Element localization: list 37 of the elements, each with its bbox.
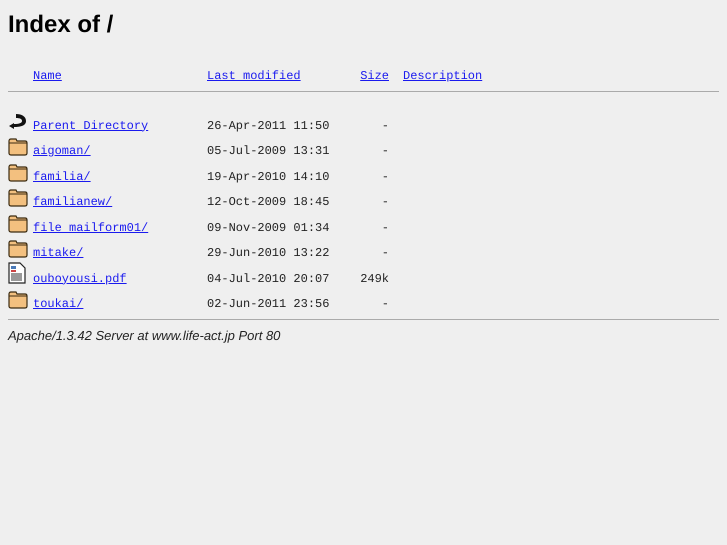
file-size: - bbox=[382, 170, 389, 184]
file-link[interactable]: aigoman/ bbox=[33, 144, 91, 158]
column-sort-link[interactable]: Last modified bbox=[207, 69, 301, 83]
file-link[interactable]: familianew/ bbox=[33, 195, 112, 209]
file-size: - bbox=[382, 118, 389, 132]
modified-date: 26-Apr-2011 11:50 bbox=[207, 118, 330, 132]
file-size: - bbox=[382, 220, 389, 234]
modified-date: 09-Nov-2009 01:34 bbox=[207, 220, 330, 234]
document-icon bbox=[8, 262, 26, 284]
folder-icon bbox=[8, 240, 28, 258]
page-title: Index of / bbox=[8, 11, 114, 39]
column-sort-link[interactable]: Name bbox=[33, 69, 62, 83]
folder-icon bbox=[8, 189, 28, 207]
folder-icon bbox=[8, 164, 28, 182]
file-link[interactable]: ouboyousi.pdf bbox=[33, 272, 127, 286]
file-link[interactable]: Parent Directory bbox=[33, 118, 148, 132]
modified-date: 02-Jun-2011 23:56 bbox=[207, 297, 330, 311]
file-link[interactable]: familia/ bbox=[33, 170, 91, 184]
modified-date: 05-Jul-2009 13:31 bbox=[207, 144, 330, 158]
modified-date: 19-Apr-2010 14:10 bbox=[207, 170, 330, 184]
file-size: - bbox=[382, 144, 389, 158]
file-size: - bbox=[382, 195, 389, 209]
file-size: - bbox=[382, 246, 389, 260]
folder-icon bbox=[8, 214, 28, 232]
file-link[interactable]: mitake/ bbox=[33, 246, 84, 260]
file-link[interactable]: toukai/ bbox=[33, 297, 84, 311]
column-sort-link[interactable]: Description bbox=[403, 69, 482, 83]
server-signature: Apache/1.3.42 Server at www.life-act.jp Port 80 bbox=[8, 328, 282, 343]
folder-icon bbox=[8, 291, 28, 309]
column-sort-link[interactable]: Size bbox=[360, 69, 389, 83]
file-size: 249k bbox=[360, 272, 389, 286]
modified-date: 04-Jul-2010 20:07 bbox=[207, 272, 330, 286]
modified-date: 12-Oct-2009 18:45 bbox=[207, 195, 330, 209]
modified-date: 29-Jun-2010 13:22 bbox=[207, 246, 330, 260]
folder-icon bbox=[8, 138, 28, 156]
file-size: - bbox=[382, 297, 389, 311]
file-link[interactable]: file mailform01/ bbox=[33, 220, 148, 234]
